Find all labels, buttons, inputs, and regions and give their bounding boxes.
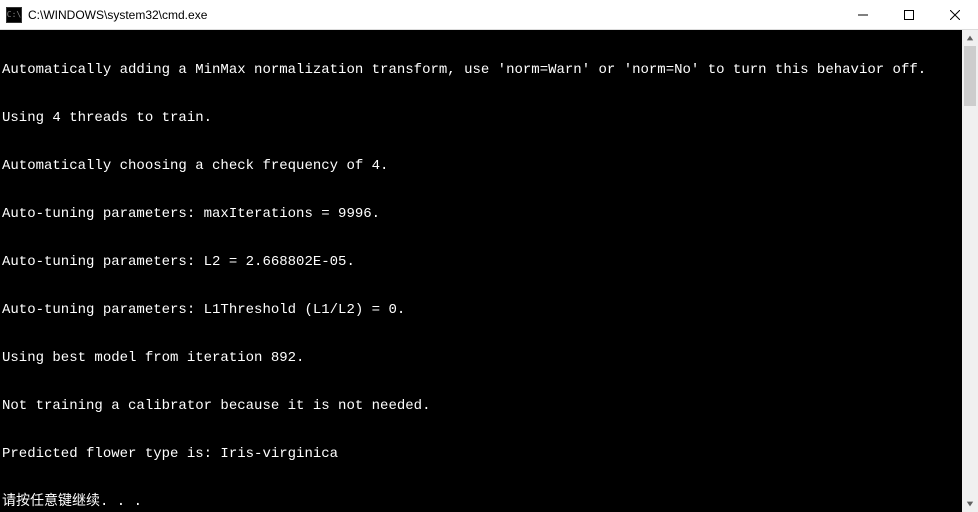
titlebar: C:\ C:\WINDOWS\system32\cmd.exe xyxy=(0,0,978,30)
scroll-up-button[interactable] xyxy=(962,30,978,46)
console-line: Auto-tuning parameters: maxIterations = … xyxy=(2,206,960,222)
scroll-down-button[interactable] xyxy=(962,496,978,512)
cmd-icon: C:\ xyxy=(6,7,22,23)
console-line: 请按任意键继续. . . xyxy=(2,494,960,510)
console-line: Using 4 threads to train. xyxy=(2,110,960,126)
minimize-button[interactable] xyxy=(840,0,886,29)
console-line: Automatically adding a MinMax normalizat… xyxy=(2,62,960,78)
maximize-icon xyxy=(904,10,914,20)
window-title: C:\WINDOWS\system32\cmd.exe xyxy=(26,8,840,22)
scrollbar-track[interactable] xyxy=(962,46,978,496)
close-icon xyxy=(950,10,960,20)
chevron-up-icon xyxy=(966,34,974,42)
console-line: Not training a calibrator because it is … xyxy=(2,398,960,414)
console-line: Automatically choosing a check frequency… xyxy=(2,158,960,174)
console-line: Using best model from iteration 892. xyxy=(2,350,960,366)
console-wrapper: Automatically adding a MinMax normalizat… xyxy=(0,30,978,512)
minimize-icon xyxy=(858,10,868,20)
console-output[interactable]: Automatically adding a MinMax normalizat… xyxy=(0,30,962,512)
window-controls xyxy=(840,0,978,29)
console-line: Predicted flower type is: Iris-virginica xyxy=(2,446,960,462)
scrollbar-thumb[interactable] xyxy=(964,46,976,106)
console-line: Auto-tuning parameters: L1Threshold (L1/… xyxy=(2,302,960,318)
close-button[interactable] xyxy=(932,0,978,29)
maximize-button[interactable] xyxy=(886,0,932,29)
chevron-down-icon xyxy=(966,500,974,508)
vertical-scrollbar[interactable] xyxy=(962,30,978,512)
console-line: Auto-tuning parameters: L2 = 2.668802E-0… xyxy=(2,254,960,270)
